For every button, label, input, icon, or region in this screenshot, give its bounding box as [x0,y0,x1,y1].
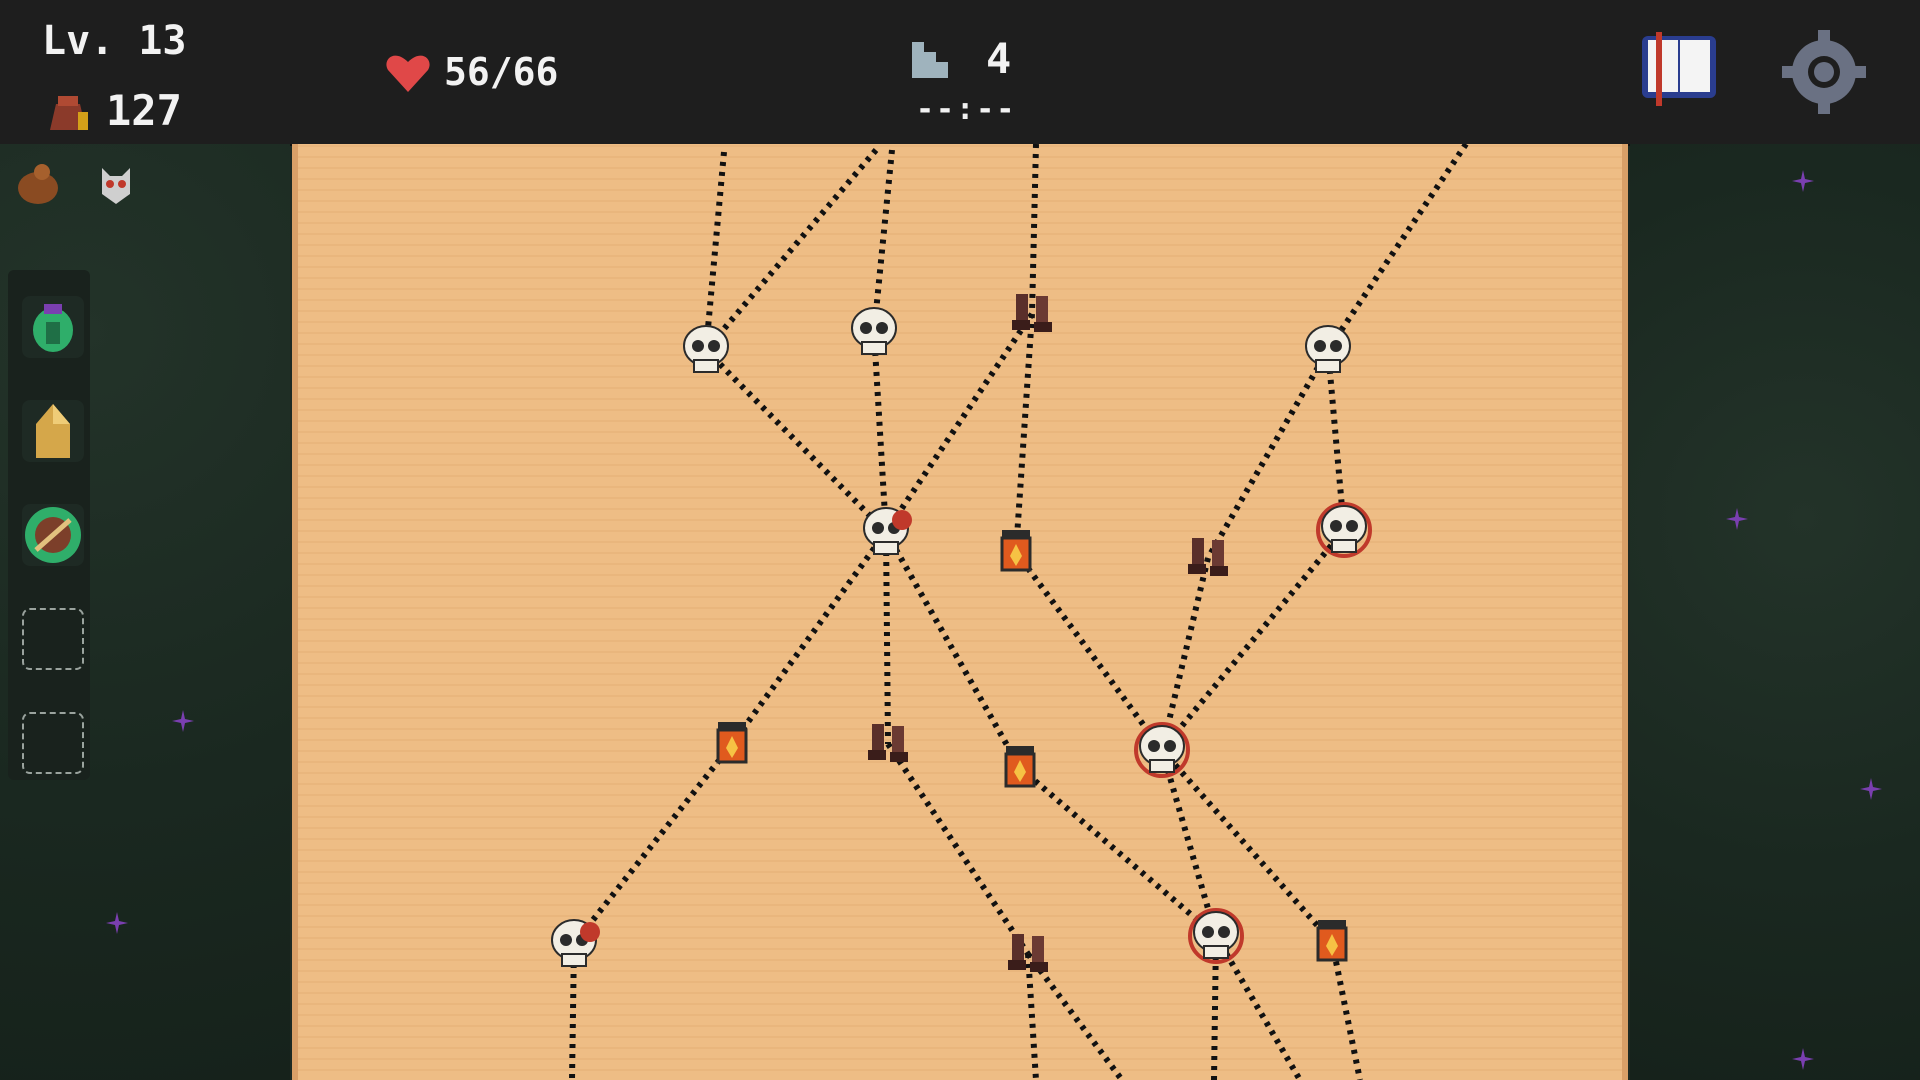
health-value: 56/66 [444,50,559,94]
enemy-node[interactable] [1305,325,1351,373]
enemy-node[interactable] [851,307,897,355]
crystal-icon [36,404,70,458]
inventory-slot-potion[interactable] [22,296,84,358]
campfire-node[interactable] [1000,528,1032,572]
sparkle-icon [106,912,128,934]
sparkle-icon [172,710,194,732]
heart-icon [386,55,430,92]
elite-skull-node[interactable] [1188,908,1244,964]
timer: --:-- [916,92,1017,127]
bow-icon [25,507,81,563]
coin-pouch-icon [50,96,88,130]
elite-skull-node[interactable] [1316,502,1372,558]
inventory-panel [8,270,90,780]
floor-number: 4 [986,34,1012,83]
gear-icon[interactable] [1780,28,1868,116]
map-parchment [292,144,1628,1080]
book-icon[interactable] [1636,26,1722,112]
inventory-slot-crystal[interactable] [22,400,84,462]
sparkle-icon [1860,778,1882,800]
inventory-slot-empty[interactable] [22,712,84,774]
forest-background-right [1630,144,1920,1080]
gold-count: 127 [106,86,182,135]
level-label: Lv. 13 [42,18,187,64]
map-paths [551,144,1469,1080]
top-hud-bar: Lv. 13 127 56/66 4 --:-- [0,0,1920,146]
cursed-skull-node[interactable] [551,919,600,967]
stairs-icon [912,42,948,78]
pouch-icon[interactable] [16,160,62,206]
campfire-node[interactable] [1004,744,1036,788]
campfire-node[interactable] [716,720,748,764]
owl-icon[interactable] [96,162,136,206]
campfire-node[interactable] [1316,918,1348,962]
sparkle-icon [1726,508,1748,530]
sparkle-icon [1792,170,1814,192]
cursed-skull-node[interactable] [863,507,912,555]
inventory-slot-bow[interactable] [22,504,84,566]
elite-skull-node[interactable] [1134,722,1190,778]
inventory-slot-empty[interactable] [22,608,84,670]
potion-icon [33,304,73,352]
sparkle-icon [1792,1048,1814,1070]
